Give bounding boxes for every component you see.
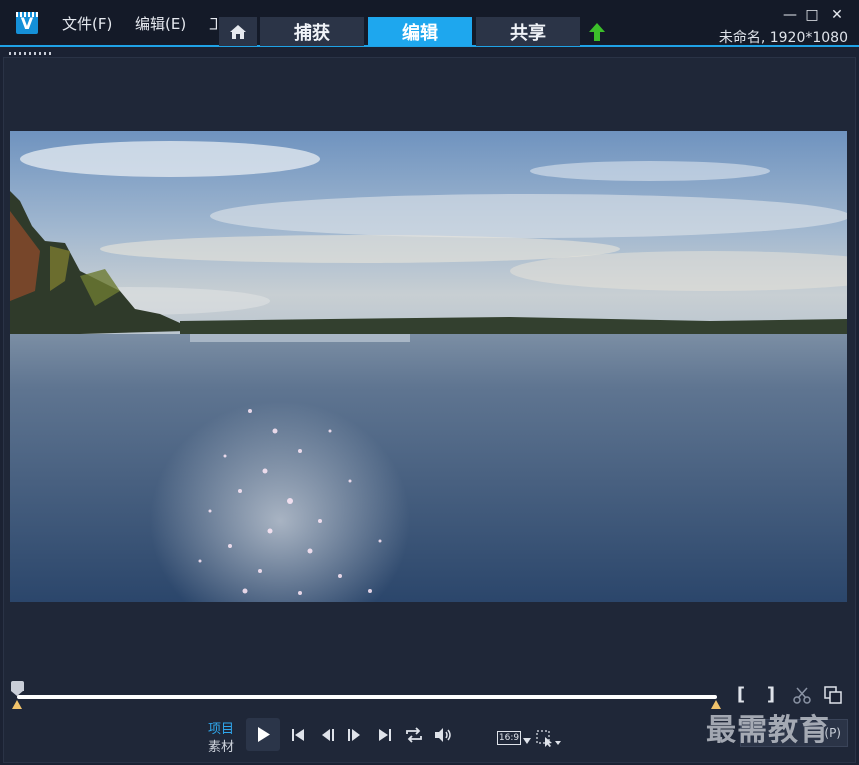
- maximize-icon: □: [805, 7, 819, 23]
- scissors-icon[interactable]: [793, 686, 811, 704]
- next-frame-icon[interactable]: [346, 727, 362, 743]
- close-button[interactable]: ✕: [826, 6, 848, 24]
- tab-home[interactable]: [219, 17, 257, 46]
- mode-project[interactable]: 项目: [208, 718, 234, 737]
- tab-edit[interactable]: 编辑: [368, 17, 472, 46]
- minimize-icon: —: [783, 7, 797, 23]
- scrub-bar[interactable]: [17, 695, 717, 699]
- play-icon: [258, 727, 270, 742]
- minimize-button[interactable]: —: [779, 6, 801, 24]
- tab-capture-label: 捕获: [294, 22, 330, 44]
- aspect-ratio-label: 16:9: [498, 733, 520, 743]
- tab-share-label: 共享: [510, 22, 546, 44]
- repeat-icon[interactable]: [404, 726, 424, 744]
- mark-out-icon: ]: [766, 683, 776, 705]
- project-info: 未命名, 1920*1080: [718, 30, 848, 46]
- play-button[interactable]: [246, 718, 280, 751]
- app-logo: V: [16, 12, 38, 34]
- aspect-ratio-dropdown-icon[interactable]: [523, 738, 531, 744]
- trim-start-marker[interactable]: [12, 700, 22, 709]
- tab-edit-label: 编辑: [402, 22, 438, 44]
- video-preview: [10, 131, 847, 602]
- home-icon: [230, 24, 246, 39]
- mark-out-button[interactable]: ]: [764, 683, 778, 705]
- drag-handle[interactable]: [9, 52, 53, 55]
- maximize-button[interactable]: □: [801, 6, 823, 24]
- mark-in-icon: [: [736, 683, 746, 705]
- tab-capture[interactable]: 捕获: [260, 17, 364, 46]
- playhead-handle[interactable]: [11, 681, 24, 696]
- previous-frame-icon[interactable]: [320, 727, 336, 743]
- app-logo-letter: V: [20, 13, 34, 33]
- menu-tools-partial[interactable]: 工: [209, 13, 217, 34]
- pointer-mode-icon[interactable]: [536, 730, 562, 748]
- copy-clip-icon[interactable]: [824, 686, 842, 704]
- watermark: 最需教育: [706, 713, 830, 748]
- aspect-ratio-button[interactable]: 16:9: [497, 731, 521, 745]
- upload-arrow-icon[interactable]: [588, 22, 606, 42]
- go-to-end-icon[interactable]: [377, 727, 393, 743]
- mode-clip[interactable]: 素材: [208, 736, 234, 755]
- close-icon: ✕: [831, 7, 843, 23]
- volume-icon[interactable]: [433, 726, 453, 744]
- menu-file[interactable]: 文件(F): [62, 13, 112, 34]
- go-to-start-icon[interactable]: [290, 727, 306, 743]
- menu-edit[interactable]: 编辑(E): [135, 13, 186, 34]
- mark-in-button[interactable]: [: [734, 683, 748, 705]
- tab-share[interactable]: 共享: [476, 17, 580, 46]
